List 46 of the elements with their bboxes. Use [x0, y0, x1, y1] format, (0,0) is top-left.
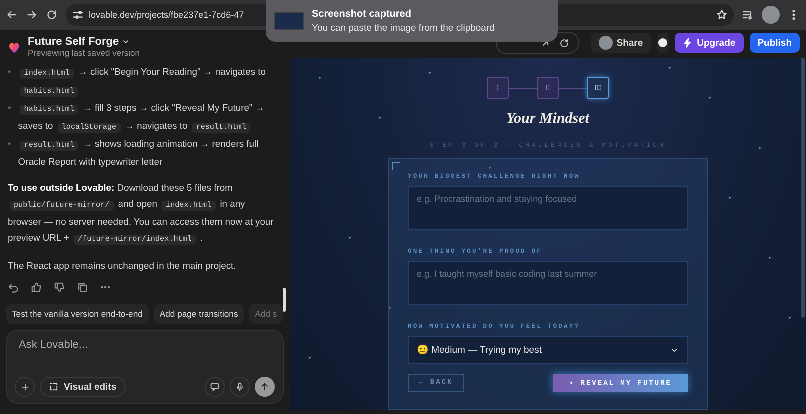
preview-status: Previewing last saved version [28, 48, 140, 58]
visual-edits-button[interactable]: Visual edits [40, 377, 126, 397]
publish-button[interactable]: Publish [750, 33, 800, 53]
motivation-select[interactable]: 😐 Medium — Trying my best [408, 336, 688, 364]
scrollbar[interactable] [801, 58, 805, 318]
toast-title: Screenshot captured [312, 8, 412, 20]
arrow-up-icon [260, 382, 270, 392]
chat-input[interactable]: Ask Lovable... Visual edits [6, 330, 284, 404]
suggestion-chip[interactable]: Add page transitions [154, 304, 244, 324]
add-button[interactable] [15, 377, 35, 397]
copy-icon[interactable] [77, 282, 88, 293]
screenshot-thumbnail [274, 12, 304, 30]
chevron-down-icon[interactable] [122, 38, 130, 46]
text-area[interactable]: e.g. Procrastination and staying focused [408, 186, 688, 230]
logo-icon [8, 40, 21, 54]
chat-mode-button[interactable] [205, 377, 225, 397]
refresh-icon[interactable] [558, 38, 570, 48]
suggestion-chip[interactable]: Test the vanilla version end-to-end [6, 304, 149, 324]
corner-ornament [392, 162, 400, 170]
text-area[interactable]: e.g. I taught myself basic coding last summer [408, 261, 688, 305]
thumbs-up-icon[interactable] [31, 282, 42, 293]
plus-icon [20, 382, 30, 392]
profile-avatar[interactable] [762, 6, 780, 24]
page-title: Your Mindset [506, 111, 590, 128]
share-button[interactable]: Share [590, 33, 652, 53]
scrollbar[interactable] [283, 288, 286, 312]
github-button[interactable] [657, 33, 670, 53]
thumbs-down-icon[interactable] [54, 282, 65, 293]
bullet-marker: • [8, 101, 12, 115]
back-icon[interactable] [6, 9, 18, 21]
lightning-icon [683, 38, 694, 48]
bullet-marker: • [8, 65, 12, 79]
message-icon [210, 382, 220, 392]
project-name[interactable]: Future Self Forge [28, 36, 120, 48]
reload-icon[interactable] [46, 9, 58, 21]
media-icon[interactable] [742, 9, 754, 21]
forward-icon[interactable] [26, 9, 38, 21]
send-button[interactable] [255, 377, 275, 397]
undo-icon[interactable] [8, 282, 19, 293]
microphone-button[interactable] [230, 377, 250, 397]
microphone-icon [235, 382, 245, 392]
chat-paragraph: The React app remains unchanged in the main project. [8, 259, 238, 273]
star-icon[interactable] [716, 9, 728, 21]
bullet-marker: • [8, 137, 12, 151]
upgrade-button[interactable]: Upgrade [675, 33, 744, 53]
site-settings-icon [72, 9, 84, 21]
